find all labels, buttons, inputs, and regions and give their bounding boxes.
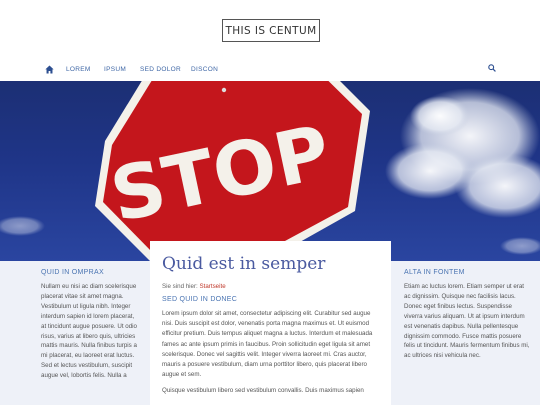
main-paragraph-2: Quisque vestibulum libero sed vestibulum… xyxy=(162,387,364,395)
nav-item-sed-dolor[interactable]: SED DOLOR xyxy=(140,66,181,73)
hero-image: STOP xyxy=(0,81,540,261)
main-paragraph: Lorem ipsum dolor sit amet, consectetur … xyxy=(162,310,373,379)
main-navigation: LOREM IPSUM SED DOLOR DISCON xyxy=(0,59,540,81)
cloud-shape xyxy=(385,88,540,218)
page-title: Quid est in semper xyxy=(162,254,326,274)
left-sidebar-text: Nullam eu nisi ac diam scelerisque place… xyxy=(41,283,137,380)
breadcrumb-link-home[interactable]: Startseite xyxy=(200,283,226,290)
left-sidebar-heading: QUID IN OMPRAX xyxy=(41,269,104,276)
site-logo[interactable]: THIS IS CENTUM xyxy=(222,19,320,42)
breadcrumb: Sie sind hier: Startseite xyxy=(162,283,379,290)
search-icon[interactable] xyxy=(488,64,496,72)
right-sidebar-heading: ALTA IN FONTEM xyxy=(404,269,465,276)
stop-sign: STOP xyxy=(95,81,370,261)
breadcrumb-prefix: Sie sind hier: xyxy=(162,283,198,290)
main-content: Quid est in semper Sie sind hier: Starts… xyxy=(150,241,391,405)
nav-item-ipsum[interactable]: IPSUM xyxy=(104,66,126,73)
nav-item-lorem[interactable]: LOREM xyxy=(66,66,91,73)
section-heading: SED QUID IN DONEC xyxy=(162,296,238,303)
stop-sign-photo: STOP xyxy=(0,81,540,261)
right-sidebar: ALTA IN FONTEM Etiam ac luctus lorem. Et… xyxy=(391,261,540,405)
right-sidebar-text: Etiam ac luctus lorem. Etiam semper ut e… xyxy=(404,283,530,360)
left-sidebar: QUID IN OMPRAX Nullam eu nisi ac diam sc… xyxy=(0,261,150,405)
nav-item-discon[interactable]: DISCON xyxy=(191,66,218,73)
home-icon[interactable] xyxy=(45,65,54,74)
site-logo-text: THIS IS CENTUM xyxy=(225,24,317,37)
